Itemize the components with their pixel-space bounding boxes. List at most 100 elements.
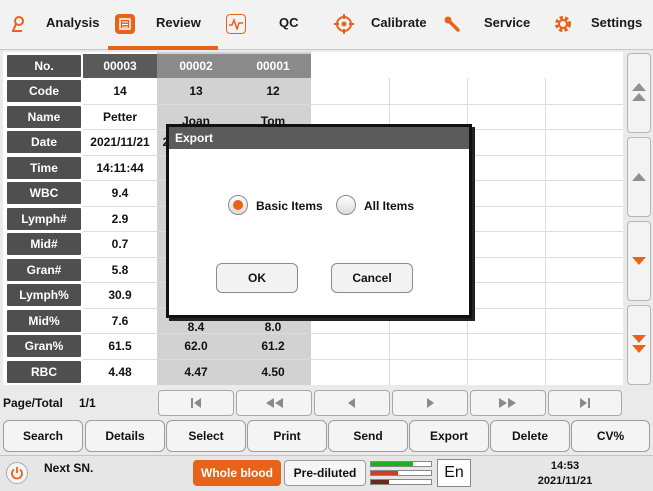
cell-gran-num[interactable]: 5.8 — [83, 259, 157, 281]
nav-settings-label: Settings — [591, 15, 643, 30]
next-page-button[interactable] — [392, 390, 468, 416]
nav-calibrate-label: Calibrate — [371, 15, 427, 30]
nav-review[interactable]: Review — [108, 0, 218, 50]
power-icon — [11, 467, 23, 480]
cell-wbc[interactable]: 9.4 — [83, 182, 157, 204]
top-navigation: Analysis Review QC Calibrate Service Set… — [0, 0, 653, 50]
cell-mid-pct[interactable]: 7.6 — [83, 310, 157, 332]
send-button[interactable]: Send — [328, 420, 408, 452]
last-page-icon — [580, 398, 590, 408]
column-header-00001[interactable]: 00001 — [235, 54, 311, 78]
row-header-time: Time — [7, 157, 81, 179]
search-button[interactable]: Search — [3, 420, 83, 452]
target-icon — [334, 14, 354, 34]
print-button[interactable]: Print — [247, 420, 327, 452]
rewind-icon — [266, 398, 283, 408]
cell-time[interactable]: 14:11:44 — [83, 157, 157, 179]
up-arrow-icon — [632, 173, 646, 181]
first-page-icon — [191, 398, 201, 408]
pager-value: 1/1 — [79, 396, 96, 410]
row-header-name: Name — [7, 106, 81, 128]
nav-analysis[interactable]: Analysis — [0, 0, 104, 50]
cell-code[interactable]: 14 — [83, 80, 157, 102]
scroll-bottom-button[interactable] — [627, 305, 651, 385]
nav-analysis-label: Analysis — [46, 15, 100, 30]
nav-active-indicator — [108, 46, 218, 50]
cell-rbc[interactable]: 4.47 — [157, 361, 235, 383]
down-arrow-icon — [632, 257, 646, 265]
double-up-arrow-icon — [632, 83, 646, 101]
cell-gran-pct[interactable]: 62.0 — [157, 335, 235, 357]
first-page-button[interactable] — [158, 390, 234, 416]
row-header-no: No. — [7, 55, 81, 77]
power-button[interactable] — [6, 462, 28, 484]
prev-block-button[interactable] — [236, 390, 312, 416]
language-button[interactable]: En — [437, 459, 471, 487]
mode-whole-blood-button[interactable]: Whole blood — [193, 460, 281, 486]
ok-button[interactable]: OK — [216, 263, 298, 293]
radio-selected-dot — [233, 200, 243, 210]
cv-percent-button[interactable]: CV% — [571, 420, 650, 452]
cell-lymph-num[interactable]: 2.9 — [83, 208, 157, 230]
nav-qc-label: QC — [279, 15, 299, 30]
prev-icon — [348, 398, 355, 408]
delete-button[interactable]: Delete — [490, 420, 570, 452]
cell-date[interactable]: 2021/11/21 — [83, 131, 157, 153]
next-icon — [427, 398, 434, 408]
export-dialog: Export Basic Items All Items OK Cancel — [166, 124, 472, 318]
nav-service-label: Service — [484, 15, 531, 30]
row-header-wbc: WBC — [7, 182, 81, 204]
reagent-bar-2 — [370, 470, 432, 476]
details-button[interactable]: Details — [85, 420, 165, 452]
radio-basic-items-label[interactable]: Basic Items — [256, 199, 323, 213]
last-page-button[interactable] — [548, 390, 622, 416]
prev-page-button[interactable] — [314, 390, 390, 416]
cell-mid-num[interactable]: 0.7 — [83, 233, 157, 255]
scroll-top-button[interactable] — [627, 53, 651, 133]
column-header-00002[interactable]: 00002 — [157, 54, 235, 78]
cell-gran-pct[interactable]: 61.2 — [235, 335, 311, 357]
cell-rbc[interactable]: 4.50 — [235, 361, 311, 383]
nav-qc[interactable]: QC — [222, 0, 322, 50]
cell-code[interactable]: 13 — [157, 80, 235, 102]
radio-all-items-label[interactable]: All Items — [364, 199, 414, 213]
next-sn-label: Next SN. — [44, 461, 94, 475]
status-time: 14:53 — [550, 460, 580, 472]
cell-name[interactable]: Petter — [83, 106, 157, 128]
list-icon — [115, 14, 135, 34]
double-down-arrow-icon — [632, 335, 646, 353]
cancel-button[interactable]: Cancel — [331, 263, 413, 293]
nav-settings[interactable]: Settings — [548, 0, 653, 50]
grid-line — [83, 359, 623, 360]
scroll-up-button[interactable] — [627, 137, 651, 217]
row-header-code: Code — [7, 80, 81, 102]
radio-all-items[interactable] — [336, 195, 356, 215]
reagent-bar-3 — [370, 479, 432, 485]
mode-prediluted-button[interactable]: Pre-diluted — [284, 460, 366, 486]
cell-gran-pct[interactable]: 61.5 — [83, 335, 157, 357]
microscope-icon — [9, 14, 29, 34]
radio-basic-items[interactable] — [228, 195, 248, 215]
grid-line — [83, 104, 623, 105]
cell-rbc[interactable]: 4.48 — [83, 361, 157, 383]
row-header-gran-pct: Gran% — [7, 335, 81, 357]
reagent-level-indicator — [370, 461, 432, 485]
cell-code[interactable]: 12 — [235, 80, 311, 102]
row-header-date: Date — [7, 131, 81, 153]
export-button[interactable]: Export — [409, 420, 489, 452]
nav-service[interactable]: Service — [438, 0, 538, 50]
row-header-gran-num: Gran# — [7, 259, 81, 281]
status-bar: Next SN. Whole blood Pre-diluted En 14:5… — [0, 455, 653, 491]
scroll-down-button[interactable] — [627, 221, 651, 301]
cell-lymph-pct[interactable]: 30.9 — [83, 284, 157, 306]
column-header-00003[interactable]: 00003 — [83, 54, 157, 78]
pulse-icon — [226, 14, 246, 34]
pager-label: Page/Total — [3, 396, 63, 410]
nav-calibrate[interactable]: Calibrate — [330, 0, 430, 50]
row-header-lymph-pct: Lymph% — [7, 284, 81, 306]
row-header-mid-pct: Mid% — [7, 310, 81, 332]
row-header-lymph-num: Lymph# — [7, 208, 81, 230]
fast-forward-icon — [499, 398, 516, 408]
select-button[interactable]: Select — [166, 420, 246, 452]
next-block-button[interactable] — [470, 390, 546, 416]
